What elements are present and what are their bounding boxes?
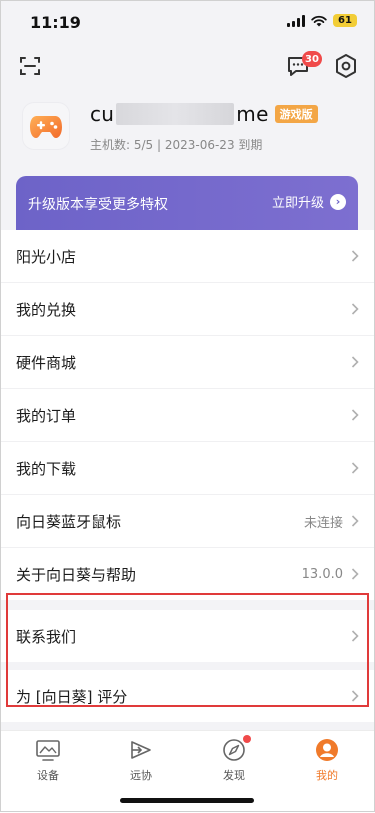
notification-dot (243, 735, 251, 743)
profile-section[interactable]: cu me 游戏版 主机数: 5/5 | 2023-06-23 到期 (0, 96, 375, 166)
menu-item-bluetooth-mouse[interactable]: 向日葵蓝牙鼠标 未连接 (0, 495, 375, 548)
message-badge: 30 (302, 51, 322, 67)
tab-label: 远协 (130, 769, 152, 782)
menu-item-label: 联系我们 (16, 627, 77, 646)
menu-item-label: 我的下载 (16, 459, 77, 478)
upgrade-button-label: 立即升级 (271, 196, 324, 211)
menu-item-contact-us[interactable]: 联系我们 (0, 610, 375, 662)
menu-item-label: 硬件商城 (16, 353, 77, 372)
arrow-right-icon: › (330, 193, 346, 210)
remote-assist-icon (131, 741, 151, 759)
menu-item-label: 阳光小店 (16, 247, 77, 266)
tab-label: 我的 (316, 769, 338, 782)
tab-devices[interactable]: 设备 (13, 737, 83, 785)
chevron-right-icon (351, 303, 359, 315)
host-info: 主机数: 5/5 | 2023-06-23 到期 (90, 138, 263, 152)
scan-icon[interactable] (18, 54, 42, 78)
status-time: 11:19 (30, 13, 81, 32)
tab-remote-assist[interactable]: 远协 (106, 737, 176, 785)
edition-badge: 游戏版 (274, 105, 318, 123)
menu-item-orders[interactable]: 我的订单 (0, 389, 375, 442)
status-bar: 11:19 61 (0, 0, 375, 44)
menu-item-rate-app[interactable]: 为 [向日葵] 评分 (0, 670, 375, 722)
chevron-right-icon (351, 356, 359, 368)
username-end: me (236, 102, 269, 126)
menu-item-downloads[interactable]: 我的下载 (0, 442, 375, 495)
top-actions: 30 (0, 44, 375, 94)
username-start: cu (90, 102, 115, 126)
chevron-right-icon (351, 515, 359, 527)
username-redaction (116, 103, 235, 125)
signal-icon (287, 14, 305, 27)
devices-icon (36, 740, 60, 761)
menu-item-about-help[interactable]: 关于向日葵与帮助 13.0.0 (0, 548, 375, 600)
version-number: 13.0.0 (301, 566, 343, 582)
tab-label: 设备 (37, 769, 59, 782)
menu-item-label: 为 [向日葵] 评分 (16, 687, 128, 706)
chevron-right-icon (351, 409, 359, 421)
menu-item-sunshine-store[interactable]: 阳光小店 (0, 230, 375, 283)
avatar[interactable] (22, 102, 70, 150)
menu-item-label: 我的订单 (16, 406, 77, 425)
gamepad-icon (30, 116, 62, 138)
upgrade-button[interactable]: 立即升级 › (272, 192, 346, 211)
tab-discover[interactable]: 发现 (199, 735, 269, 785)
settings-icon[interactable] (334, 53, 358, 79)
chevron-right-icon (351, 568, 359, 580)
menu-item-label: 关于向日葵与帮助 (16, 565, 137, 584)
upgrade-banner[interactable]: 升级版本享受更多特权 立即升级 › (16, 176, 358, 230)
home-indicator (120, 798, 254, 803)
menu-item-label: 向日葵蓝牙鼠标 (16, 512, 122, 531)
menu-list: 阳光小店 我的兑换 硬件商城 我的订单 我的下载 向日葵蓝牙鼠标 未连接 关于向… (0, 230, 375, 722)
section-divider (0, 662, 375, 670)
profile-icon (316, 739, 338, 761)
tab-label: 发现 (223, 769, 245, 782)
wifi-icon (311, 15, 327, 26)
menu-item-redeem[interactable]: 我的兑换 (0, 283, 375, 336)
username-row: cu me 游戏版 (90, 102, 318, 126)
menu-item-label: 我的兑换 (16, 300, 77, 319)
chevron-right-icon (351, 690, 359, 702)
bluetooth-status: 未连接 (303, 515, 343, 531)
upgrade-text: 升级版本享受更多特权 (28, 197, 168, 213)
status-icons: 61 (287, 14, 357, 27)
battery-indicator: 61 (333, 14, 357, 27)
chevron-right-icon (351, 630, 359, 642)
chevron-right-icon (351, 462, 359, 474)
menu-item-hardware-store[interactable]: 硬件商城 (0, 336, 375, 389)
chevron-right-icon (351, 250, 359, 262)
tab-profile[interactable]: 我的 (292, 737, 362, 785)
section-divider (0, 600, 375, 610)
